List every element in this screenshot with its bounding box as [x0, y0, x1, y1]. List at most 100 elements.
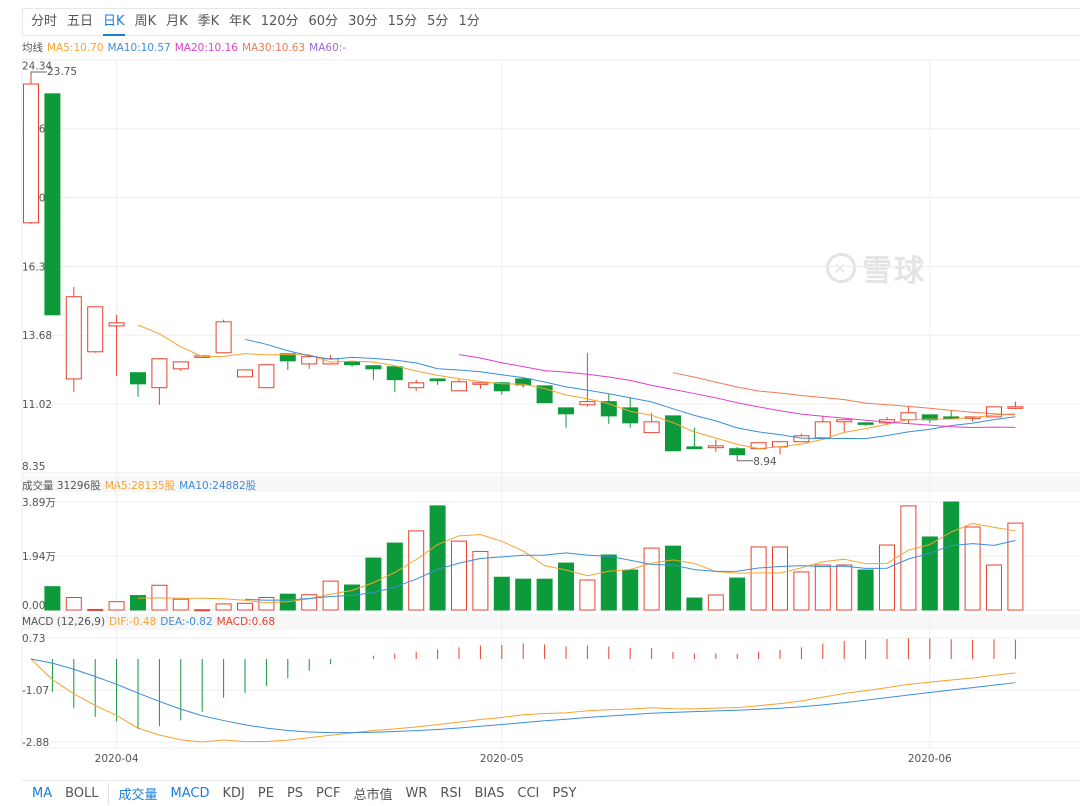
indicator-tab-13[interactable]: PSY	[552, 786, 576, 801]
volume-bar	[472, 550, 489, 611]
date-tick-label: 2020-06	[908, 753, 952, 765]
volume-bar	[1007, 522, 1024, 611]
candle-body	[23, 83, 39, 224]
ma30-line	[672, 372, 1016, 416]
tab-divider	[107, 782, 109, 805]
volume-bar	[750, 546, 767, 611]
candle-body	[643, 421, 660, 434]
volume-bar	[921, 536, 938, 611]
volume-bar	[857, 569, 874, 611]
low-label: 8.94	[753, 456, 777, 468]
volume-bar	[665, 545, 681, 611]
volume-bar	[772, 546, 788, 611]
indicator-tab-6[interactable]: PS	[287, 786, 303, 801]
candle-body	[686, 446, 703, 450]
date-tick-label: 2020-05	[480, 753, 524, 765]
volume-bar	[536, 578, 553, 611]
candle-body	[429, 378, 446, 382]
candle-body	[558, 407, 574, 415]
volume-bar	[622, 569, 639, 611]
indicator-tab-2[interactable]: 成交量	[119, 784, 158, 803]
volume-bar	[686, 597, 703, 611]
indicator-tab-0[interactable]: MA	[32, 786, 52, 801]
volume-bar	[836, 564, 853, 611]
candle-body	[237, 369, 253, 378]
volume-bar	[943, 501, 960, 611]
candle-body	[87, 306, 104, 353]
volume-bar	[814, 564, 831, 611]
volume-bar	[258, 597, 275, 611]
volume-bar	[237, 602, 253, 611]
dif-line	[30, 658, 1016, 743]
candle-body	[729, 448, 746, 456]
volume-bar	[964, 526, 981, 611]
volume-bar	[579, 579, 596, 611]
price-tick-label: 8.35	[22, 461, 45, 473]
dea-line	[30, 658, 1016, 734]
volume-bar	[515, 578, 532, 611]
high-label: 23.75	[47, 66, 77, 78]
volume-bar	[44, 586, 61, 611]
high-marker	[30, 71, 47, 75]
volume-bar	[879, 544, 895, 611]
indicator-tab-9[interactable]: WR	[405, 786, 427, 801]
volume-bar	[172, 598, 189, 611]
candle-body	[900, 412, 917, 421]
indicator-tab-11[interactable]: BIAS	[474, 786, 504, 801]
indicator-tab-10[interactable]: RSI	[440, 786, 461, 801]
volume-tick-label: 0.00	[22, 600, 45, 612]
candle-body	[44, 93, 61, 316]
macd-tick-label: -2.88	[22, 737, 49, 749]
candle-body	[215, 321, 232, 354]
stock-chart[interactable]: 24.3421.6719.0116.3413.6811.028.353.89万1…	[0, 0, 1080, 780]
candle-body	[472, 382, 489, 385]
volume-bar	[986, 564, 1002, 611]
volume-bar	[108, 601, 125, 611]
volume-bar	[793, 571, 810, 611]
volume-bar	[194, 609, 211, 612]
volume-bar	[386, 542, 403, 611]
candle-body	[365, 365, 382, 370]
volume-bar	[408, 530, 425, 611]
candle-body	[857, 422, 874, 425]
indicator-tab-7[interactable]: PCF	[316, 786, 340, 801]
candle-body	[793, 435, 810, 443]
volume-bar	[600, 554, 617, 611]
volume-bar	[707, 594, 724, 611]
candle-body	[130, 372, 146, 385]
indicator-tab-12[interactable]: CCI	[517, 786, 539, 801]
volume-bar	[729, 577, 746, 611]
volume-bar	[87, 608, 104, 611]
indicator-tab-1[interactable]: BOLL	[65, 786, 98, 801]
candle-body	[258, 364, 275, 389]
candle-body	[151, 358, 168, 389]
low-marker	[736, 457, 754, 462]
macd-tick-label: -1.07	[22, 685, 49, 697]
candle-body	[451, 381, 467, 392]
candle-body	[65, 296, 82, 380]
candle-body	[344, 361, 360, 366]
volume-bar	[429, 505, 446, 611]
volume-tick-label: 1.94万	[22, 551, 56, 563]
candle-body	[172, 361, 189, 370]
price-tick-label: 13.68	[22, 330, 52, 342]
indicator-tab-3[interactable]: MACD	[171, 786, 210, 801]
candle-body	[579, 401, 596, 406]
volume-bar	[451, 540, 467, 611]
volume-bar	[215, 603, 232, 611]
indicator-tab-8[interactable]: 总市值	[353, 784, 392, 803]
candle-body	[622, 407, 639, 424]
volume-tick-label: 3.89万	[22, 497, 56, 509]
indicator-tab-5[interactable]: PE	[258, 786, 274, 801]
volume-bar	[65, 597, 82, 611]
candle-body	[386, 366, 403, 381]
candle-body	[1007, 406, 1024, 409]
indicator-tab-4[interactable]: KDJ	[223, 786, 245, 801]
macd-tick-label: 0.73	[22, 633, 45, 645]
candle-body	[814, 421, 831, 439]
volume-bar	[301, 594, 318, 611]
price-tick-label: 11.02	[22, 399, 52, 411]
date-tick-label: 2020-04	[95, 753, 139, 765]
candle-body	[408, 382, 425, 389]
candle-body	[707, 445, 724, 449]
